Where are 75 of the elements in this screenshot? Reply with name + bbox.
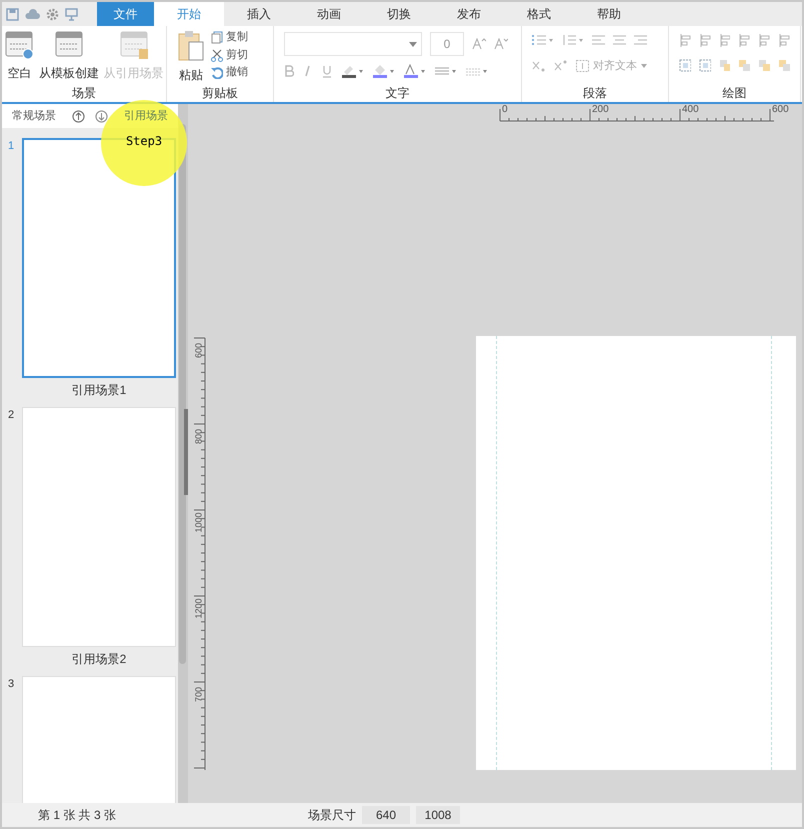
ribbon-tab[interactable]: 发布	[434, 2, 504, 26]
scene-type-tab[interactable]: 常规场景	[12, 108, 56, 124]
slide-number: 1	[8, 139, 16, 154]
group-title: 绘图	[722, 85, 748, 102]
move-down-icon[interactable]	[95, 110, 108, 122]
scissors-icon	[211, 48, 223, 62]
slide-label: 引用场景2	[72, 651, 126, 668]
bullet-list-icon[interactable]	[532, 34, 554, 46]
group-title: 场景	[71, 85, 97, 102]
file-tab[interactable]: 文件	[97, 2, 154, 26]
font-dropdown[interactable]	[284, 32, 422, 56]
width-field[interactable]: 640	[362, 806, 410, 824]
align-right-icon[interactable]	[634, 34, 647, 46]
ruler-label: 600	[772, 105, 789, 115]
font-color-icon[interactable]	[403, 64, 425, 78]
vertical-align-icon	[576, 60, 589, 72]
undo-icon	[211, 66, 223, 79]
group-icon[interactable]	[679, 59, 691, 72]
font-grow-icon[interactable]	[472, 38, 486, 50]
move-up-icon[interactable]	[72, 110, 85, 122]
copy-icon	[211, 31, 223, 44]
bring-to-front-icon[interactable]	[738, 59, 750, 72]
ruler-label: 600	[194, 342, 204, 360]
ribbon-tab[interactable]: 切换	[364, 2, 434, 26]
superscript-icon[interactable]	[554, 60, 568, 72]
paste-button[interactable]: 粘贴	[177, 30, 205, 84]
scene-button[interactable]: 空白	[4, 30, 34, 82]
align-left-icon[interactable]	[592, 34, 605, 46]
size-label: 场景尺寸	[308, 807, 356, 824]
save-icon[interactable]	[6, 8, 19, 20]
align-center-icon[interactable]	[613, 34, 626, 46]
clipboard-action[interactable]: 撤销	[211, 64, 248, 81]
bold-icon[interactable]	[284, 65, 294, 77]
clipboard-action[interactable]: 剪切	[211, 46, 248, 64]
ruler-label: 400	[682, 105, 699, 115]
scene-template-icon	[118, 30, 149, 60]
gear-icon[interactable]	[46, 8, 59, 20]
group-title: 剪贴板	[201, 85, 239, 102]
group-title: 文字	[384, 85, 410, 102]
line-spacing-icon[interactable]	[562, 34, 584, 46]
slide-number: 3	[8, 677, 16, 692]
ribbon-tab[interactable]: 动画	[294, 2, 364, 26]
monitor-icon[interactable]	[65, 8, 78, 20]
caret-icon	[409, 42, 417, 46]
align-objects-left-icon[interactable]	[679, 34, 691, 47]
slide-thumbnail[interactable]	[22, 138, 176, 378]
slide-label: 引用场景1	[72, 382, 126, 399]
page-count: 第 1 张 共 3 张	[38, 807, 118, 824]
font-shrink-icon[interactable]	[494, 38, 508, 50]
slide-number: 2	[8, 408, 16, 423]
cloud-icon[interactable]	[25, 8, 40, 20]
ribbon-tab[interactable]: 帮助	[574, 2, 644, 26]
ruler-label: 700	[194, 686, 204, 704]
underline-icon[interactable]	[322, 64, 332, 78]
splitter-handle[interactable]	[184, 409, 188, 495]
height-field[interactable]: 1008	[416, 806, 460, 824]
send-to-back-icon[interactable]	[778, 59, 790, 72]
fill-color-icon[interactable]	[341, 64, 363, 78]
ribbon-tab[interactable]: 格式	[504, 2, 574, 26]
send-backward-icon[interactable]	[758, 59, 770, 72]
clipboard-icon	[177, 30, 205, 62]
subscript-icon[interactable]	[532, 60, 546, 72]
ruler-label: 1000	[194, 511, 204, 535]
ruler-label: 0	[502, 105, 508, 115]
ruler-label: 1200	[194, 597, 204, 621]
ruler-label: 800	[194, 428, 204, 446]
scene-type-tab[interactable]: 引用场景	[124, 108, 168, 124]
clipboard-action[interactable]: 复制	[211, 29, 248, 46]
ribbon-tab[interactable]: 插入	[224, 2, 294, 26]
scene-button[interactable]: 从模板创建	[38, 30, 99, 82]
caret-icon	[641, 64, 647, 68]
ribbon-tab[interactable]: 开始	[154, 2, 224, 26]
bring-forward-icon[interactable]	[718, 59, 730, 72]
group-title: 段落	[582, 85, 608, 102]
ruler-label: 200	[592, 105, 609, 115]
